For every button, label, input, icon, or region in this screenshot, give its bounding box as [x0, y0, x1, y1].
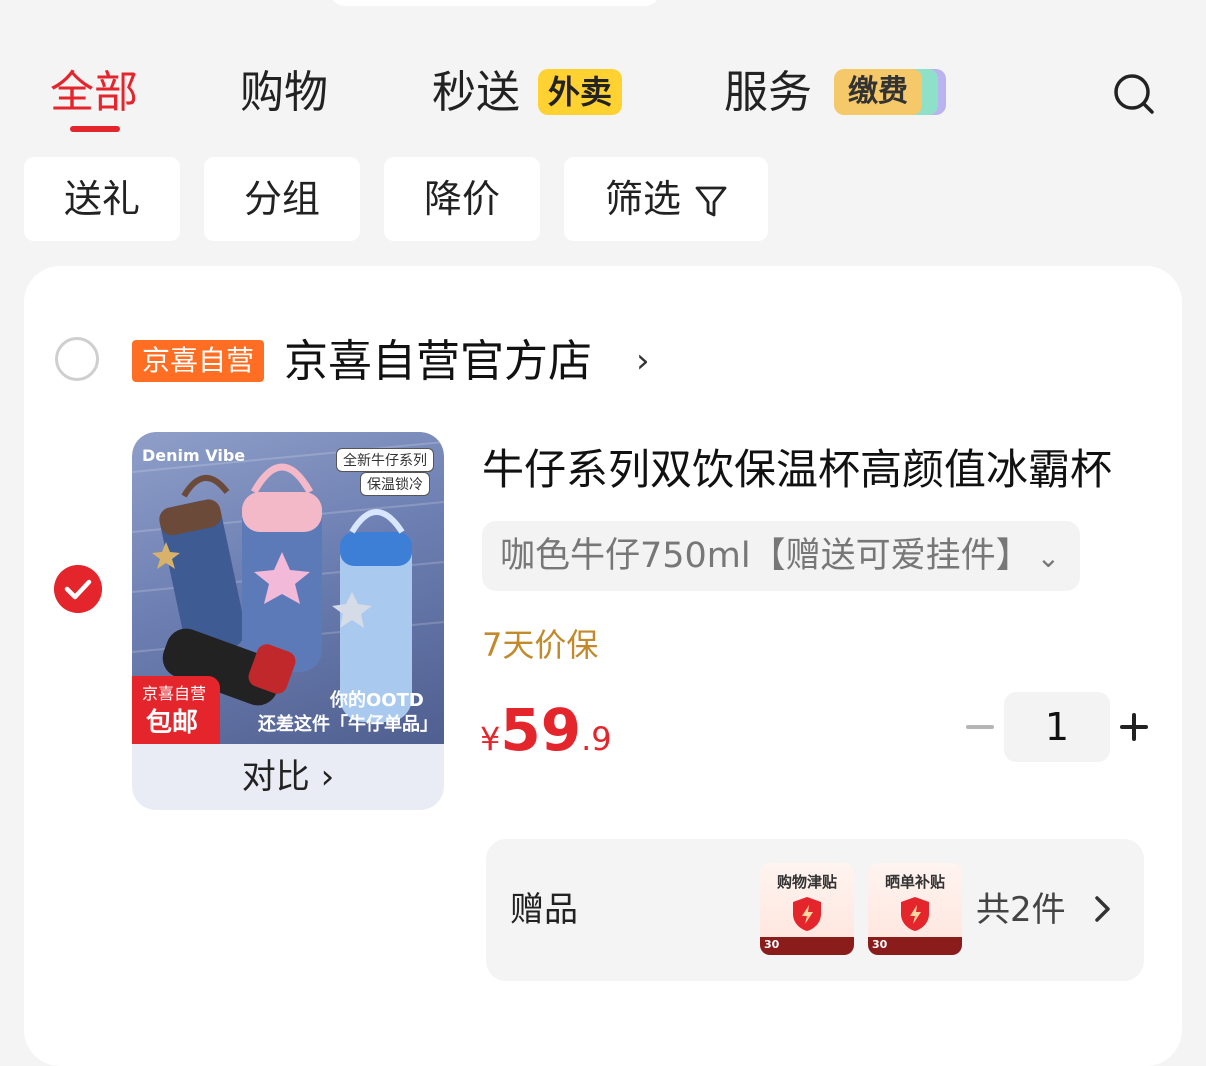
gift-item-badge: 30	[872, 938, 888, 951]
image-red-tag-line2: 包邮	[146, 708, 199, 738]
tab-active-indicator	[70, 126, 120, 132]
search-icon[interactable]	[1112, 72, 1156, 116]
shield-icon	[793, 897, 821, 931]
chevron-right-icon[interactable]: ›	[636, 344, 650, 378]
service-badge-label: 缴费	[834, 69, 922, 115]
shield-icon	[901, 897, 929, 931]
image-tag-keep-warm: 保温锁冷	[360, 472, 430, 496]
chevron-right-icon[interactable]	[1092, 893, 1114, 925]
filter-group-chip[interactable]: 分组	[204, 157, 360, 241]
product-image-card[interactable]: Denim Vibe 全新牛仔系列 保温锁冷 京喜自营 包邮 你的OOTD 还差…	[132, 432, 444, 810]
gift-label: 赠品	[510, 890, 578, 930]
gift-item-footer: 30	[868, 937, 962, 955]
product-image[interactable]: Denim Vibe 全新牛仔系列 保温锁冷 京喜自营 包邮 你的OOTD 还差…	[132, 432, 444, 744]
image-free-shipping-tag: 京喜自营 包邮	[132, 676, 220, 744]
price-integer: 59	[500, 696, 582, 764]
tab-express[interactable]: 秒送	[432, 63, 520, 123]
image-tag-new-series: 全新牛仔系列	[336, 448, 434, 472]
product-price: ¥59.9	[480, 696, 612, 764]
variant-label: 咖色牛仔750ml【赠送可爱挂件】	[500, 536, 1031, 576]
variant-selector[interactable]: 咖色牛仔750ml【赠送可爱挂件】 ⌄	[482, 521, 1081, 591]
filter-group-label: 分组	[243, 177, 320, 221]
image-ootd-text: 你的OOTD	[330, 690, 424, 711]
filter-gift-label: 送礼	[63, 177, 140, 221]
product-title[interactable]: 牛仔系列双饮保温杯高颜值冰霸杯	[482, 440, 1112, 500]
filter-label: 筛选	[604, 177, 681, 221]
image-red-tag-line1: 京喜自营	[142, 684, 207, 703]
gift-item-review-allowance: 晒单补贴 30	[868, 863, 962, 955]
tab-service[interactable]: 服务	[724, 63, 812, 123]
price-protection-label: 7天价保	[482, 626, 599, 664]
quantity-plus-button[interactable]	[1114, 700, 1154, 754]
gift-item-title: 晒单补贴	[884, 873, 945, 891]
gift-item-footer: 30	[760, 937, 854, 955]
gift-count: 共2件	[976, 890, 1066, 930]
filter-gift-chip[interactable]: 送礼	[24, 157, 180, 241]
tab-all[interactable]: 全部	[50, 63, 138, 123]
image-slogan-text: 还差这件「牛仔单品」	[258, 714, 438, 735]
quantity-minus-button[interactable]	[960, 700, 1000, 754]
funnel-icon	[695, 186, 727, 216]
gift-item-title: 购物津贴	[776, 873, 837, 891]
top-search-pill[interactable]	[330, 0, 660, 6]
gift-item-shopping-allowance: 购物津贴 30	[760, 863, 854, 955]
quantity-input[interactable]: 1	[1004, 692, 1110, 762]
image-brand-text: Denim Vibe	[142, 446, 246, 465]
express-badge: 外卖	[538, 69, 623, 115]
price-currency: ¥	[480, 720, 501, 758]
gift-item-badge: 30	[764, 938, 780, 951]
compare-button[interactable]: 对比 ›	[132, 744, 444, 810]
filter-price-drop-chip[interactable]: 降价	[384, 157, 540, 241]
store-name-link[interactable]: 京喜自营官方店	[284, 332, 592, 392]
tab-shopping[interactable]: 购物	[240, 63, 328, 123]
filter-chip[interactable]: 筛选	[564, 157, 768, 241]
store-select-checkbox[interactable]	[55, 337, 99, 381]
price-decimal: .9	[581, 720, 612, 758]
filter-price-drop-label: 降价	[423, 177, 500, 221]
product-checked-icon[interactable]	[54, 565, 102, 613]
chevron-down-icon: ⌄	[1036, 541, 1061, 574]
gift-row[interactable]: 赠品 购物津贴 30 晒单补贴 30 共2件	[486, 839, 1144, 981]
top-tabs: 全部 购物 秒送 外卖 服务 缴费	[0, 55, 1206, 135]
store-self-operated-tag: 京喜自营	[132, 340, 265, 382]
service-badge: 缴费	[834, 69, 946, 115]
